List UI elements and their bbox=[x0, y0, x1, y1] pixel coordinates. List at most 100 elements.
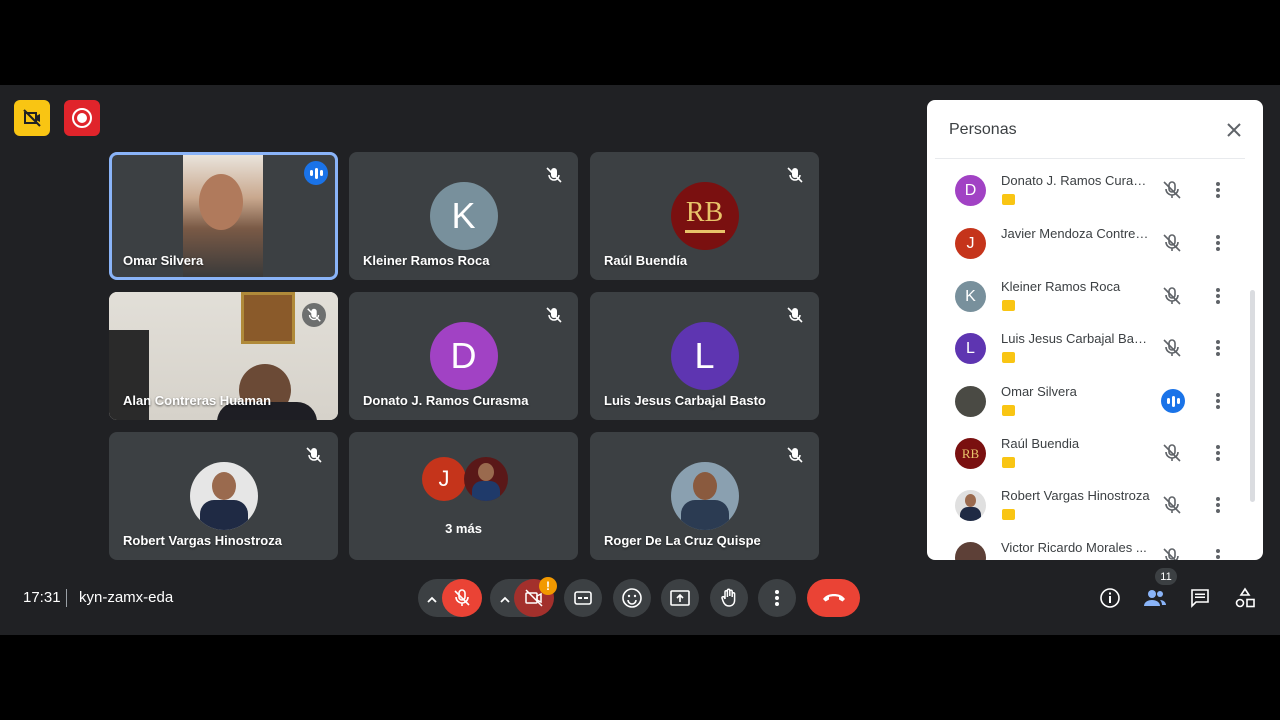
more-count-label: 3 más bbox=[445, 521, 482, 536]
present-screen-button[interactable] bbox=[661, 579, 699, 617]
people-button[interactable] bbox=[1142, 585, 1168, 611]
activities-button[interactable] bbox=[1232, 585, 1258, 611]
scrollbar[interactable] bbox=[1250, 290, 1255, 502]
divider bbox=[66, 589, 67, 607]
video-tile[interactable]: D Donato J. Ramos Curasma bbox=[349, 292, 578, 420]
captions-button[interactable] bbox=[564, 579, 602, 617]
speaking-indicator-icon bbox=[1161, 389, 1185, 413]
video-tile[interactable]: L Luis Jesus Carbajal Basto bbox=[590, 292, 819, 420]
participant-row[interactable]: J Javier Mendoza Contreras bbox=[955, 226, 1245, 280]
video-tile[interactable]: Omar Silvera bbox=[109, 152, 338, 280]
present-icon bbox=[670, 590, 690, 606]
chat-button[interactable] bbox=[1187, 585, 1213, 611]
tile-name: Roger De La Cruz Quispe bbox=[604, 533, 761, 548]
close-icon[interactable] bbox=[1225, 121, 1243, 139]
photo-head bbox=[478, 463, 494, 481]
participant-row[interactable]: D Donato J. Ramos Curasma bbox=[955, 173, 1245, 227]
video-tile[interactable]: Alan Contreras Huaman bbox=[109, 292, 338, 420]
tile-name: Robert Vargas Hinostroza bbox=[123, 533, 282, 548]
mic-off-icon[interactable] bbox=[1161, 285, 1183, 307]
chat-icon bbox=[1191, 589, 1209, 608]
participant-row[interactable]: Victor Ricardo Morales ... bbox=[955, 540, 1245, 560]
chevron-up-icon[interactable] bbox=[426, 594, 438, 606]
tile-name: Alan Contreras Huaman bbox=[123, 393, 272, 408]
more-options-icon[interactable] bbox=[1207, 494, 1229, 516]
activities-icon bbox=[1235, 587, 1255, 608]
photo-body bbox=[472, 481, 500, 501]
more-options-icon[interactable] bbox=[1207, 232, 1229, 254]
mic-off-icon bbox=[787, 447, 803, 463]
photo-avatar bbox=[464, 457, 508, 501]
tile-name: Omar Silvera bbox=[123, 253, 204, 268]
logo-avatar: RB bbox=[955, 438, 986, 469]
more-options-icon[interactable] bbox=[1207, 390, 1229, 412]
video-tile[interactable]: Robert Vargas Hinostroza bbox=[109, 432, 338, 560]
more-participants-tile[interactable]: J 3 más bbox=[349, 432, 578, 560]
more-options-icon[interactable] bbox=[1207, 337, 1229, 359]
tag-icon bbox=[1002, 300, 1015, 311]
tag-icon bbox=[1002, 405, 1015, 416]
video-tile[interactable]: RB Raúl Buendía bbox=[590, 152, 819, 280]
more-options-icon[interactable] bbox=[1207, 179, 1229, 201]
participant-row[interactable]: Omar Silvera bbox=[955, 384, 1245, 438]
recording-icon[interactable] bbox=[64, 100, 100, 136]
photo-avatar bbox=[670, 462, 739, 530]
mic-off-icon[interactable] bbox=[1161, 179, 1183, 201]
chevron-up-icon[interactable] bbox=[499, 594, 511, 606]
avatar: D bbox=[429, 322, 498, 390]
photo-body bbox=[960, 507, 981, 521]
emoji-button[interactable] bbox=[613, 579, 651, 617]
bottom-bar: 17:31 kyn-zamx-eda ! 11 bbox=[0, 568, 1280, 625]
avatar: L bbox=[955, 333, 986, 364]
tile-name: Raúl Buendía bbox=[604, 253, 688, 268]
panel-divider bbox=[935, 158, 1245, 159]
mic-off-icon bbox=[306, 447, 322, 463]
avatar: K bbox=[955, 281, 986, 312]
video-tile[interactable]: K Kleiner Ramos Roca bbox=[349, 152, 578, 280]
photo-avatar bbox=[955, 386, 986, 417]
wall-painting bbox=[241, 292, 295, 344]
mic-off-icon[interactable] bbox=[1161, 232, 1183, 254]
meeting-details-button[interactable] bbox=[1097, 585, 1123, 611]
face-shape bbox=[199, 174, 243, 230]
meeting-code: kyn-zamx-eda bbox=[79, 589, 174, 606]
participant-row[interactable]: L Luis Jesus Carbajal Basto bbox=[955, 331, 1245, 385]
info-icon bbox=[1100, 588, 1120, 608]
tile-name: Luis Jesus Carbajal Basto bbox=[604, 393, 766, 408]
mic-off-icon[interactable] bbox=[1161, 442, 1183, 464]
avatar: D bbox=[955, 175, 986, 206]
emoji-icon bbox=[622, 588, 642, 608]
raise-hand-button[interactable] bbox=[710, 579, 748, 617]
participant-name: Kleiner Ramos Roca bbox=[1001, 279, 1121, 294]
mic-off-icon[interactable] bbox=[1161, 494, 1183, 516]
more-options-icon[interactable] bbox=[1207, 285, 1229, 307]
mic-off-icon[interactable] bbox=[1161, 337, 1183, 359]
photo-avatar bbox=[189, 462, 258, 530]
logo-text: RB bbox=[961, 445, 980, 461]
mic-off-icon[interactable] bbox=[1161, 546, 1183, 560]
warning-badge: ! bbox=[539, 577, 557, 595]
hang-up-icon bbox=[822, 594, 845, 602]
more-vert-icon bbox=[775, 590, 779, 606]
logo-bar bbox=[684, 230, 725, 233]
participant-row[interactable]: Robert Vargas Hinostroza bbox=[955, 488, 1245, 542]
leave-call-button[interactable] bbox=[807, 579, 860, 617]
tag-icon bbox=[1002, 194, 1015, 205]
participant-count-badge: 11 bbox=[1155, 568, 1177, 585]
participant-row[interactable]: RB Raúl Buendia bbox=[955, 436, 1245, 490]
no-video-icon[interactable] bbox=[14, 100, 50, 136]
participant-row[interactable]: K Kleiner Ramos Roca bbox=[955, 279, 1245, 333]
participant-name: Robert Vargas Hinostroza bbox=[1001, 488, 1150, 503]
photo-head bbox=[211, 472, 236, 500]
mic-off-icon bbox=[454, 589, 470, 606]
participant-name: Raúl Buendia bbox=[1001, 436, 1080, 451]
more-options-icon[interactable] bbox=[1207, 546, 1229, 560]
participant-name: Donato J. Ramos Curasma bbox=[1001, 173, 1151, 188]
video-tile[interactable]: Roger De La Cruz Quispe bbox=[590, 432, 819, 560]
more-options-icon[interactable] bbox=[1207, 442, 1229, 464]
mic-off-icon bbox=[787, 307, 803, 323]
more-options-button[interactable] bbox=[758, 579, 796, 617]
microphone-toggle-button[interactable] bbox=[442, 579, 482, 617]
logo-avatar: RB bbox=[670, 182, 739, 250]
people-panel: Personas D Donato J. Ramos Curasma J Jav… bbox=[927, 100, 1263, 560]
